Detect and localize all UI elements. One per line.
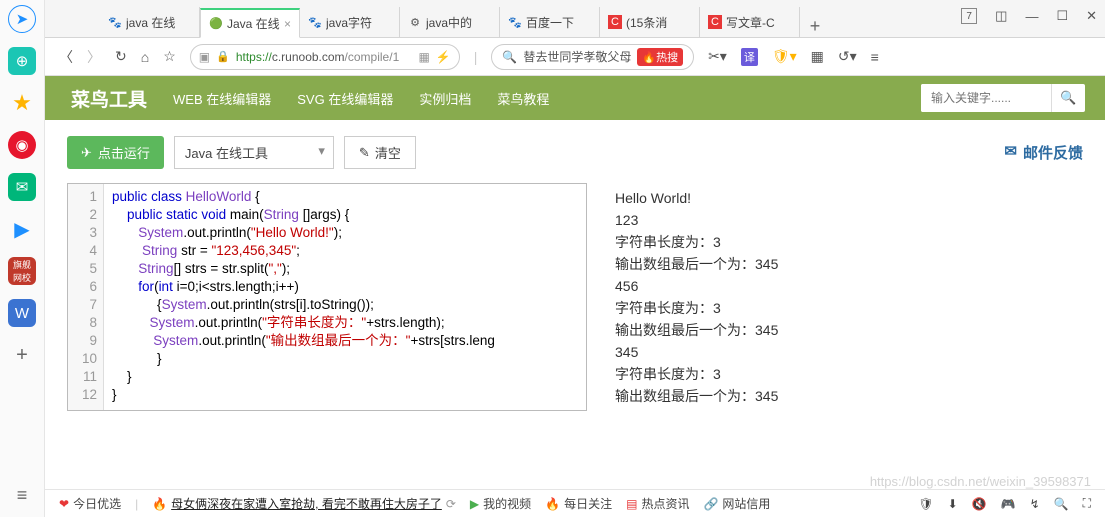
site-trust[interactable]: 🔗网站信用 <box>703 495 770 512</box>
tab-3[interactable]: ⚙java中的 <box>400 7 500 37</box>
home-button[interactable]: ⌂ <box>141 49 149 65</box>
translate-icon[interactable]: 译 <box>741 48 758 66</box>
sidebar-app-1[interactable]: ⊕ <box>8 47 36 75</box>
send-icon: ✈ <box>81 145 92 161</box>
close-icon[interactable]: × <box>284 17 291 31</box>
divider: | <box>474 49 478 65</box>
mail-icon: ✉ <box>1004 142 1017 163</box>
sidebar-mail[interactable]: ✉ <box>8 173 36 201</box>
menu-icon[interactable]: ≡ <box>871 49 879 65</box>
sidebar-app-2[interactable]: 旗舰网校 <box>8 257 36 285</box>
search-icon: 🔍 <box>502 50 517 64</box>
hot-news[interactable]: ▤热点资讯 <box>626 495 689 512</box>
back-button[interactable]: 〈 <box>59 47 73 67</box>
minimize-button[interactable]: — <box>1025 9 1038 24</box>
forward-button[interactable]: 〉 <box>87 47 101 67</box>
qr-icon[interactable]: ▦ <box>418 50 429 64</box>
code-content[interactable]: public class HelloWorld { public static … <box>104 184 586 410</box>
history-icon[interactable]: ↺▾ <box>838 48 857 65</box>
tab-4[interactable]: 🐾百度一下 <box>500 7 600 37</box>
watermark: https://blog.csdn.net/weixin_39598371 <box>870 474 1091 489</box>
feedback-link[interactable]: ✉邮件反馈 <box>1004 142 1083 163</box>
sidebar-menu[interactable]: ≡ <box>8 481 36 509</box>
hot-search-badge: 🔥热搜 <box>637 48 683 66</box>
wardrobe-icon[interactable]: ◫ <box>995 8 1007 24</box>
security-icon[interactable]: 🛡 <box>918 497 933 511</box>
tab-1[interactable]: 🟢Java 在线× <box>200 8 300 38</box>
sidebar-weibo[interactable]: ◉ <box>8 131 36 159</box>
net-icon[interactable]: ↯ <box>1030 497 1040 511</box>
news-ticker[interactable]: 🔥母女俩深夜在家遭入室抢劫, 看完不敢再住大房子了 ⟳ <box>152 495 456 512</box>
star-button[interactable]: ☆ <box>163 48 176 65</box>
nav-tutorial[interactable]: 菜鸟教程 <box>497 89 549 108</box>
expand-icon[interactable]: ⛶ <box>1083 496 1091 511</box>
tab-count-badge[interactable]: 7 <box>961 8 977 24</box>
code-editor[interactable]: 123456789101112 public class HelloWorld … <box>67 183 587 411</box>
sidebar-video[interactable]: ▶ <box>8 215 36 243</box>
tab-6[interactable]: C写文章-C <box>700 7 800 37</box>
tab-0[interactable]: 🐾java 在线 <box>100 7 200 37</box>
nav-examples[interactable]: 实例归档 <box>419 89 471 108</box>
sidebar-star[interactable]: ★ <box>8 89 36 117</box>
site-logo[interactable]: 菜鸟工具 <box>71 85 147 112</box>
line-gutter: 123456789101112 <box>68 184 104 410</box>
clear-button[interactable]: ✎清空 <box>344 136 416 169</box>
list-icon: ▤ <box>626 497 637 511</box>
new-tab-button[interactable]: + <box>800 16 830 37</box>
run-button[interactable]: ✈点击运行 <box>67 136 164 169</box>
link-icon: 🔗 <box>703 497 718 511</box>
scissors-icon[interactable]: ✂▾ <box>708 48 727 65</box>
divider: | <box>135 497 138 511</box>
today-pick[interactable]: ❤今日优选 <box>59 495 121 512</box>
eraser-icon: ✎ <box>359 145 370 161</box>
language-select[interactable]: Java 在线工具 <box>174 136 334 169</box>
wallet-icon[interactable]: 🛡▾ <box>772 48 797 65</box>
apps-icon[interactable]: ▦ <box>811 48 824 65</box>
video-icon: ▶ <box>470 497 479 511</box>
lock-icon: 🔒 <box>216 50 230 63</box>
sidebar-doc[interactable]: W <box>8 299 36 327</box>
daily-focus[interactable]: 🔥每日关注 <box>545 495 612 512</box>
download-icon[interactable]: ⬇ <box>948 497 958 511</box>
heart-icon: ❤ <box>59 497 69 511</box>
shield-icon: ▣ <box>199 50 210 64</box>
site-search-button[interactable]: 🔍 <box>1051 84 1085 112</box>
address-bar[interactable]: ▣ 🔒 https://c.runoob.com/compile/1 ▦ ⚡ <box>190 44 460 70</box>
zoom-icon[interactable]: 🔍 <box>1054 497 1069 511</box>
flash-icon[interactable]: ⚡ <box>436 50 451 64</box>
output-pane: Hello World! 123 字符串长度为：3 输出数组最后一个为：345 … <box>607 183 1083 411</box>
nav-web-editor[interactable]: WEB 在线编辑器 <box>173 89 271 108</box>
fire-icon: 🔥 <box>545 497 560 511</box>
reload-button[interactable]: ↻ <box>115 48 127 65</box>
sidebar-add[interactable]: + <box>8 341 36 369</box>
maximize-button[interactable]: ☐ <box>1056 8 1068 24</box>
tab-5[interactable]: C(15条消 <box>600 7 700 37</box>
close-window-button[interactable]: ✕ <box>1086 8 1097 24</box>
nav-svg-editor[interactable]: SVG 在线编辑器 <box>297 89 393 108</box>
location-icon[interactable]: ➤ <box>8 5 36 33</box>
browser-search[interactable]: 🔍 替去世同学孝敬父母 🔥热搜 <box>491 44 694 70</box>
game-icon[interactable]: 🎮 <box>1001 497 1016 511</box>
site-search-input[interactable] <box>921 84 1051 112</box>
my-video[interactable]: ▶我的视频 <box>470 495 531 512</box>
tab-2[interactable]: 🐾java字符 <box>300 7 400 37</box>
mute-icon[interactable]: 🔇 <box>972 497 987 511</box>
